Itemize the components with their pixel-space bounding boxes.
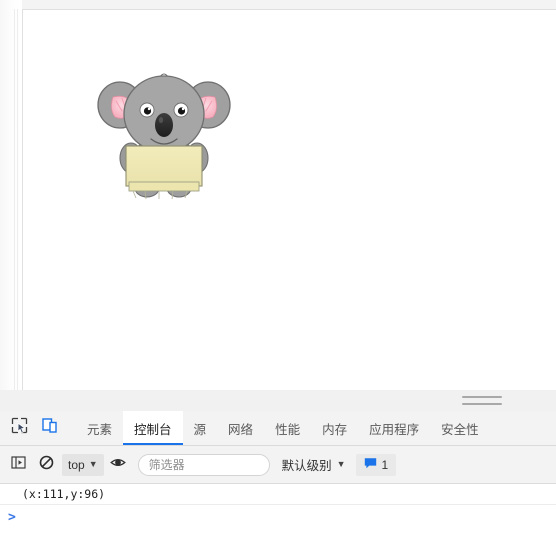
device-toolbar-icon [41, 417, 58, 439]
prompt-chevron-icon: > [8, 509, 16, 525]
tab-performance[interactable]: 性能 [264, 411, 311, 445]
clear-console-button[interactable] [32, 452, 60, 478]
console-message-text: (x:111,y:96) [22, 487, 106, 501]
devtools-tab-bar: 元素 控制台 源 网络 性能 内存 应用程序 安全性 [0, 411, 556, 446]
tab-label: 网络 [228, 422, 254, 437]
message-bubble-icon [364, 457, 377, 473]
grip-line [462, 403, 502, 405]
viewport-gutter-line [14, 9, 15, 390]
rendered-page[interactable] [22, 9, 556, 390]
console-output: (x:111,y:96) > [0, 484, 556, 542]
context-value: top [68, 457, 85, 472]
message-count: 1 [381, 457, 389, 472]
clear-console-icon [39, 455, 54, 475]
console-message[interactable]: (x:111,y:96) [0, 484, 556, 505]
tab-memory[interactable]: 内存 [311, 411, 358, 445]
tab-label: 控制台 [134, 422, 172, 437]
viewport-left-gutter [0, 0, 22, 390]
execution-context-selector[interactable]: top ▼ [62, 453, 104, 476]
inspect-element-button[interactable] [4, 411, 34, 445]
tab-label: 应用程序 [369, 422, 420, 437]
tab-label: 元素 [87, 422, 113, 437]
drawer-resize-handle[interactable] [0, 390, 556, 412]
live-expression-button[interactable] [104, 452, 132, 478]
log-level-label: 默认级别 [281, 459, 332, 473]
devtools-tabs: 元素 控制台 源 网络 性能 内存 应用程序 安全性 [76, 411, 556, 445]
console-filter-input[interactable] [137, 453, 270, 476]
console-sidebar-toggle-button[interactable] [4, 452, 32, 478]
viewport-gutter-line [17, 9, 18, 390]
tab-sources[interactable]: 源 [183, 411, 218, 445]
eye-icon [109, 455, 126, 475]
sidebar-panel-icon [10, 455, 26, 475]
tab-label: 安全性 [441, 422, 479, 437]
koala-illustration[interactable] [89, 65, 239, 205]
device-toolbar-button[interactable] [34, 411, 64, 445]
tab-console[interactable]: 控制台 [123, 411, 183, 445]
inspect-element-icon [11, 417, 28, 439]
page-viewport-frame [0, 0, 556, 390]
console-prompt-row[interactable]: > [0, 505, 556, 529]
message-count-badge[interactable]: 1 [355, 453, 397, 476]
tab-label: 源 [193, 422, 207, 437]
chevron-down-icon: ▼ [336, 459, 346, 469]
grip-line [462, 396, 502, 398]
tab-application[interactable]: 应用程序 [358, 411, 430, 445]
devtools-window: 元素 控制台 源 网络 性能 内存 应用程序 安全性 top ▼ 筛选器 默认级… [0, 0, 556, 542]
console-filter-toolbar: top ▼ 默认级别 ▼ 1 [0, 446, 556, 484]
resize-grip-icon[interactable] [462, 395, 502, 406]
tab-security[interactable]: 安全性 [430, 411, 490, 445]
log-level-selector[interactable]: 默认级别 ▼ [282, 455, 346, 474]
tab-network[interactable]: 网络 [217, 411, 264, 445]
tab-label: 内存 [322, 422, 348, 437]
chevron-down-icon: ▼ [88, 459, 98, 469]
tab-label: 性能 [275, 422, 301, 437]
tab-elements[interactable]: 元素 [76, 411, 123, 445]
